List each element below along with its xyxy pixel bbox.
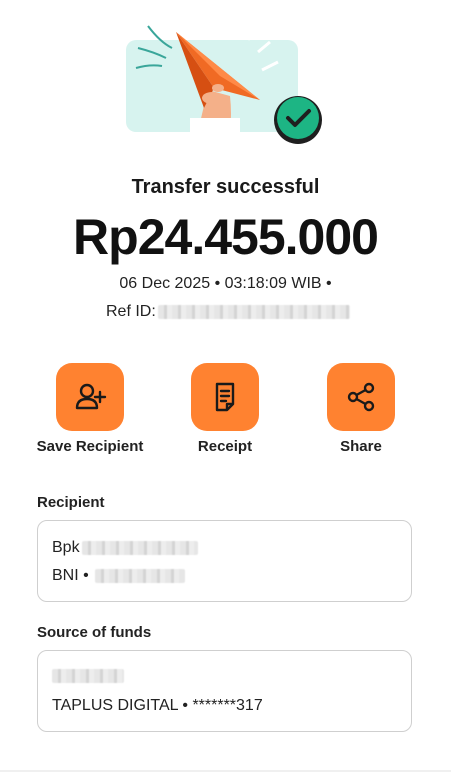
receipt-icon [215,382,235,412]
ref-id-label: Ref ID: [106,303,156,320]
recipient-name-redacted [81,541,198,555]
source-section-title: Source of funds [37,624,152,641]
source-name [52,669,124,683]
success-illustration [120,18,330,148]
recipient-account: BNI • [52,567,185,585]
recipient-card[interactable]: Bpk BNI • [37,520,412,602]
recipient-section-title: Recipient [37,494,105,511]
recipient-bank-prefix: BNI • [52,567,89,584]
save-recipient-icon-button[interactable] [56,363,124,431]
save-recipient-label: Save Recipient [36,438,144,455]
transfer-amount: Rp24.455.000 [73,209,379,265]
ref-id-redacted [157,305,350,319]
recipient-account-redacted [94,569,185,583]
save-recipient-button[interactable]: Save Recipient [25,363,155,455]
source-card[interactable]: TAPLUS DIGITAL • *******317 [37,650,412,732]
share-button[interactable]: Share [296,363,426,455]
share-icon-button[interactable] [327,363,395,431]
add-person-icon [75,383,107,410]
transfer-datetime: 06 Dec 2025 • 03:18:09 WIB • [119,275,332,292]
recipient-name: Bpk [52,539,198,557]
receipt-button[interactable]: Receipt [160,363,290,455]
source-name-redacted [52,669,124,683]
receipt-label: Receipt [197,438,253,455]
status-title: Transfer successful [131,176,320,198]
ref-id: Ref ID: [106,303,350,321]
share-label: Share [340,438,382,455]
recipient-name-prefix: Bpk [52,539,80,556]
source-account: TAPLUS DIGITAL • *******317 [52,697,263,714]
share-icon [347,382,375,412]
receipt-icon-button[interactable] [191,363,259,431]
